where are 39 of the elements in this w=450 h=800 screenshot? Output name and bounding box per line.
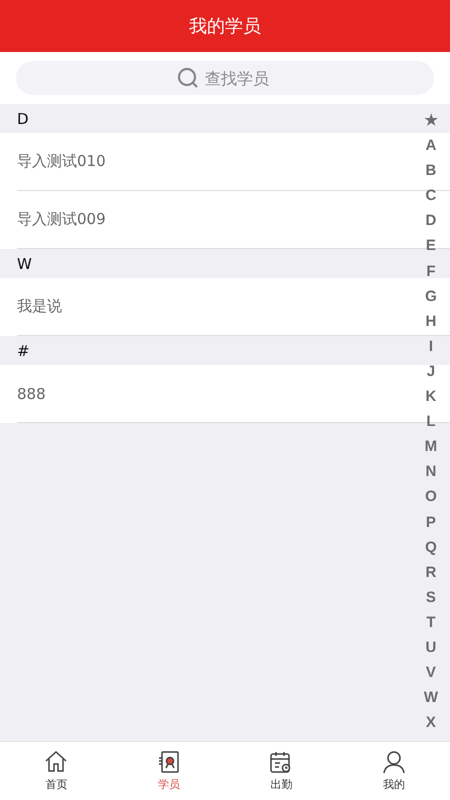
student-item[interactable]: 导入测试010 xyxy=(17,133,106,190)
index-letter[interactable]: T xyxy=(426,610,436,635)
index-letter[interactable]: L xyxy=(426,409,436,434)
index-letter[interactable]: R xyxy=(425,560,436,585)
index-letter[interactable]: J xyxy=(426,358,436,384)
index-letter[interactable]: M xyxy=(424,434,438,460)
index-letter[interactable]: E xyxy=(426,233,436,259)
index-letter[interactable]: D xyxy=(425,208,436,234)
nav-tab[interactable]: 首页 xyxy=(0,742,112,800)
index-letter[interactable]: O xyxy=(425,484,437,510)
index-letter[interactable]: X xyxy=(426,710,436,736)
nav-tab[interactable]: 我的 xyxy=(338,742,450,800)
home-icon xyxy=(44,750,68,774)
student-card-icon xyxy=(156,750,181,774)
index-letter[interactable]: H xyxy=(425,308,436,334)
person-icon xyxy=(382,750,406,774)
student-item[interactable]: 我是说 xyxy=(17,278,62,335)
index-letter[interactable]: B xyxy=(425,158,436,184)
index-letter[interactable]: N xyxy=(425,459,436,484)
index-letter[interactable]: F xyxy=(426,258,436,284)
index-letter[interactable]: Q xyxy=(425,534,437,560)
student-item[interactable]: 导入测试009 xyxy=(17,191,106,248)
index-letter[interactable]: V xyxy=(426,660,436,686)
index-letter[interactable]: U xyxy=(425,634,436,660)
page-title: 我的学员 xyxy=(0,0,450,52)
index-letter[interactable]: S xyxy=(426,584,436,610)
student-item[interactable]: 888 xyxy=(17,365,46,422)
index-letter[interactable]: W xyxy=(424,685,438,710)
search-icon xyxy=(177,67,199,89)
nav-tab[interactable]: 出勤 xyxy=(225,742,338,800)
nav-tab[interactable]: 学员 xyxy=(112,742,225,800)
index-letter[interactable]: I xyxy=(428,334,433,359)
index-letter[interactable]: ★ xyxy=(424,108,438,134)
index-letter[interactable]: A xyxy=(425,133,436,158)
index-letter[interactable]: C xyxy=(425,183,436,208)
index-letter[interactable]: K xyxy=(425,384,436,410)
index-letter[interactable]: P xyxy=(426,510,436,535)
search-field[interactable]: 查找学员 xyxy=(203,68,273,88)
index-letter[interactable]: G xyxy=(425,284,437,309)
